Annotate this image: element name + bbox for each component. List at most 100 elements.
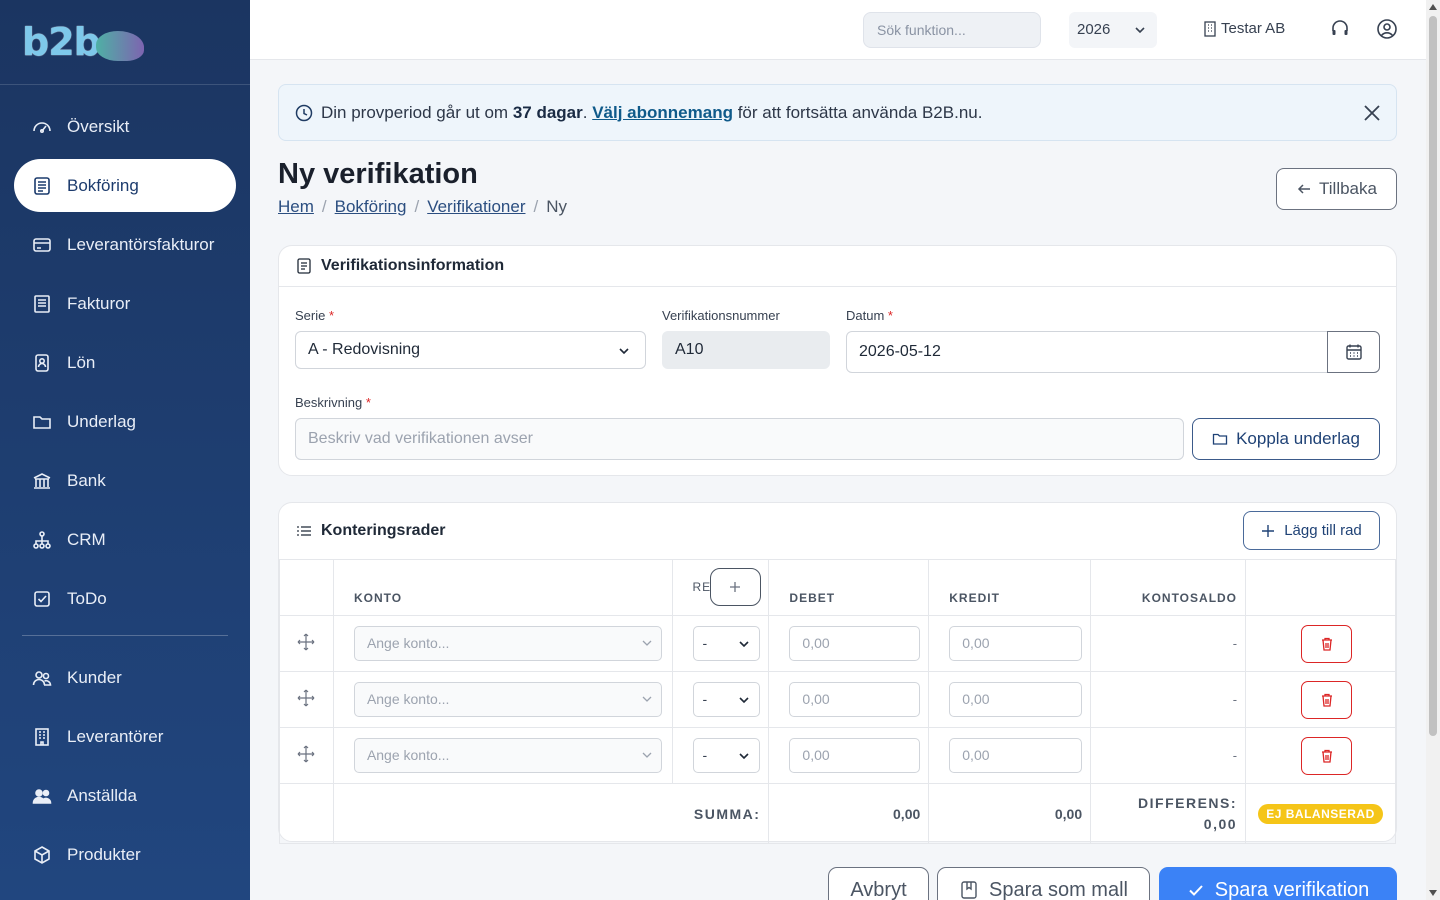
re-cell: - [671,615,770,672]
sidebar-item-label: Översikt [67,116,130,136]
datum-input[interactable]: 2026-05-12 [846,331,1329,373]
add-row-label: Lägg till rad [1284,522,1362,539]
back-button-label: Tillbaka [1319,179,1377,198]
sidebar-item-underlag[interactable]: Underlag [14,395,236,448]
sidebar-item-lon[interactable]: Lön [14,336,236,389]
banner-days: 37 dagar [512,102,583,122]
drag-handle-icon[interactable] [297,689,315,707]
choose-subscription-link[interactable]: Välj abonnemang [592,103,733,123]
page-header: Ny verifikation Tillbaka [278,141,1397,246]
account-placeholder: Ange konto... [366,747,450,763]
breadcrumb-verifikationer[interactable]: Verifikationer [427,197,525,216]
sidebar-item-label: CRM [67,529,106,549]
add-row-button[interactable]: Lägg till rad [1243,511,1380,550]
koppla-underlag-button[interactable]: Koppla underlag [1192,418,1380,460]
verification-info-card: Verifikationsinformation Serie * A - Red… [278,245,1397,476]
scroll-thumb[interactable] [1429,16,1437,736]
table-row: Ange konto... - 0,00 0,00 - [279,671,1396,728]
banner-text-mid: . [582,102,593,122]
breadcrumb-bokforing[interactable]: Bokföring [335,197,407,216]
breadcrumb-hem[interactable]: Hem [278,197,314,216]
card-header: Konteringsrader [279,503,1396,559]
delete-row-button[interactable] [1301,736,1353,775]
serie-value: A - Redovisning [308,341,421,358]
re-cell: - [671,671,770,728]
differens-label: DIFFERENS: [1138,794,1238,811]
folder-icon [1212,433,1228,445]
table-summary-row: SUMMA: 0,00 0,00 DIFFERENS: 0,00 EJ BALA… [279,783,1396,844]
year-select[interactable]: 2026 [1069,12,1157,48]
drag-handle-icon[interactable] [297,745,315,763]
search-input[interactable]: Sök funktion... [863,12,1041,48]
chevron-down-icon [642,752,651,758]
kredit-input[interactable]: 0,00 [949,626,1083,661]
debet-input[interactable]: 0,00 [789,682,921,717]
company-switcher[interactable]: Testar AB [1203,20,1285,37]
debet-input[interactable]: 0,00 [789,738,921,773]
verifikationsnummer-field: A10 [662,331,830,369]
user-account-icon[interactable] [1376,18,1398,40]
save-template-button[interactable]: Spara som mall [937,867,1150,900]
trash-icon [1321,749,1332,763]
sidebar-item-kunder[interactable]: Kunder [14,651,236,704]
status-cell: EJ BALANSERAD [1245,783,1396,844]
close-icon[interactable] [1362,103,1382,123]
re-select[interactable]: - [692,738,761,773]
save-template-label: Spara som mall [989,878,1128,900]
logo[interactable]: b2b [0,0,250,85]
summa-kredit: 0,00 [928,783,1092,844]
back-button[interactable]: Tillbaka [1276,168,1397,210]
scrollbar[interactable] [1426,0,1440,900]
drag-handle-icon[interactable] [297,633,315,651]
logo-text: b2b [22,20,101,64]
card-title: Verifikationsinformation [321,257,505,274]
headset-icon[interactable] [1330,19,1350,39]
delete-row-button[interactable] [1301,624,1353,663]
kontosaldo-value: - [1090,615,1247,672]
account-select[interactable]: Ange konto... [353,738,662,773]
delete-row-button[interactable] [1301,680,1353,719]
re-select[interactable]: - [692,682,761,717]
konteringsrader-card: Konteringsrader Lägg till rad KONTO RE D… [278,502,1397,844]
kredit-input[interactable]: 0,00 [949,738,1083,773]
sidebar-item-leverantorsfakturor[interactable]: Leverantörsfakturor [14,218,236,271]
cancel-button[interactable]: Avbryt [828,867,929,900]
re-select[interactable]: - [692,626,761,661]
account-select[interactable]: Ange konto... [353,682,662,717]
sidebar-nav: Översikt Bokföring Leverantörsfakturor F… [0,85,250,881]
sidebar-item-leverantorer[interactable]: Leverantörer [14,710,236,763]
sidebar-item-crm[interactable]: CRM [14,513,236,566]
sidebar-item-bokforing[interactable]: Bokföring [14,159,236,212]
checkbox-icon [32,589,52,609]
add-dimension-button[interactable] [709,568,761,606]
sidebar-item-anstallda[interactable]: Anställda [14,769,236,822]
drag-cell [279,727,334,784]
box-icon [32,845,52,865]
beskrivning-input[interactable]: Beskriv vad verifikationen avser [295,418,1184,460]
account-select[interactable]: Ange konto... [353,626,662,661]
debet-input[interactable]: 0,00 [789,626,921,661]
chevron-down-icon [642,696,651,702]
calendar-button[interactable] [1327,331,1380,373]
sidebar-item-produkter[interactable]: Produkter [14,828,236,881]
chevron-down-icon [619,348,629,355]
save-verification-button[interactable]: Spara verifikation [1159,867,1397,900]
konteringsrader-table: KONTO RE DEBET KREDIT KONTOSALDO Ange ko… [279,559,1396,844]
actions-column-header [1245,559,1396,616]
scroll-down-arrow[interactable] [1429,890,1437,896]
column-header-re-label: RE [692,580,712,594]
sidebar-item-label: Bank [67,470,106,490]
column-header-debet: DEBET [768,559,930,616]
re-cell: - [671,727,770,784]
kredit-input[interactable]: 0,00 [949,682,1083,717]
topbar: Sök funktion... 2026 Testar AB [250,0,1426,60]
summa-label: SUMMA: [332,783,770,844]
scroll-up-arrow[interactable] [1429,4,1437,10]
sidebar-item-bank[interactable]: Bank [14,454,236,507]
arrow-left-icon [1297,184,1311,194]
sidebar-item-fakturor[interactable]: Fakturor [14,277,236,330]
sidebar-item-oversikt[interactable]: Översikt [14,100,236,153]
building-icon [1204,20,1216,37]
sidebar-item-todo[interactable]: ToDo [14,572,236,625]
serie-select[interactable]: A - Redovisning [295,331,646,369]
